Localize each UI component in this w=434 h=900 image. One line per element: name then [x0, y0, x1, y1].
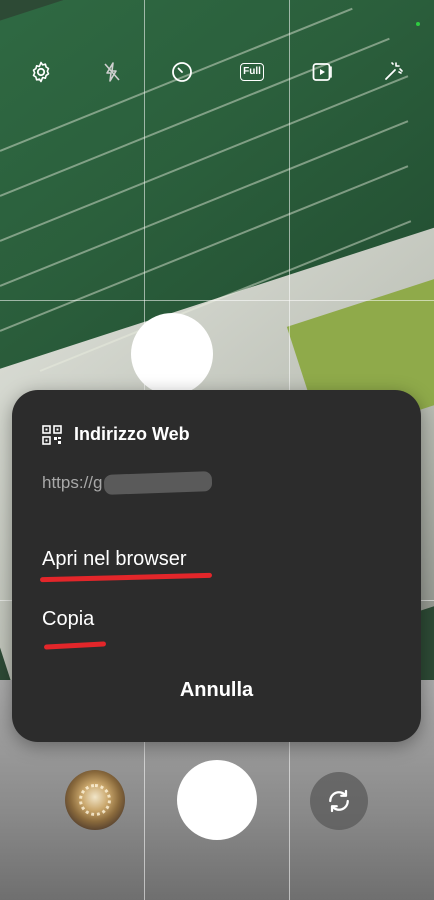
detected-url: https://g — [42, 473, 103, 492]
gear-icon — [32, 61, 50, 83]
switch-camera-icon — [329, 789, 349, 813]
sheet-header: Indirizzo Web — [42, 424, 190, 445]
motion-photo-button[interactable] — [302, 52, 342, 92]
magic-wand-icon — [385, 62, 403, 80]
annotation-underline — [43, 641, 107, 650]
redaction-mark — [103, 471, 213, 495]
flash-off-icon — [104, 62, 120, 82]
switch-camera-button[interactable] — [310, 772, 368, 830]
qr-result-sheet: Indirizzo Web https://g Apri nel browser… — [12, 390, 421, 742]
open-in-browser-button[interactable]: Apri nel browser — [42, 548, 187, 571]
ratio-label: Full — [240, 63, 264, 81]
motion-photo-icon — [312, 63, 332, 81]
copy-button[interactable]: Copia — [42, 608, 94, 631]
gallery-thumbnail[interactable] — [65, 770, 125, 830]
settings-button[interactable] — [21, 52, 61, 92]
qr-code-icon — [42, 424, 62, 445]
shutter-button[interactable] — [177, 760, 257, 840]
cancel-button[interactable]: Annulla — [12, 679, 421, 702]
aspect-ratio-button[interactable]: Full — [232, 52, 272, 92]
grid-line — [0, 300, 434, 301]
timer-icon — [172, 62, 192, 82]
flash-button[interactable] — [92, 52, 132, 92]
annotation-underline — [39, 572, 213, 583]
filters-button[interactable] — [372, 52, 412, 92]
privacy-indicator-dot — [416, 22, 420, 26]
focus-indicator — [131, 313, 213, 395]
camera-toolbar: Full — [0, 52, 434, 92]
sheet-title: Indirizzo Web — [74, 424, 190, 444]
timer-button[interactable] — [162, 52, 202, 92]
